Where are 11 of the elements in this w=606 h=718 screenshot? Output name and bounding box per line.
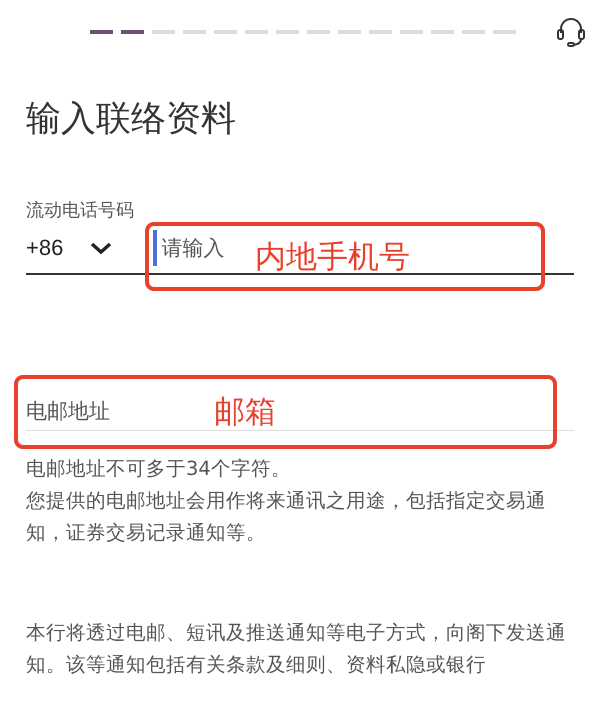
headset-icon[interactable] bbox=[556, 16, 586, 48]
annotation-text: 内地手机号 bbox=[255, 238, 410, 276]
phone-input[interactable]: 请输入 bbox=[153, 230, 242, 266]
page-title: 输入联络资料 bbox=[26, 98, 237, 141]
hint-text: 您提供的电邮地址会用作将来通讯之用途，包括指定交易通知，证券交易记录通知等。 bbox=[26, 488, 547, 546]
chevron-down-icon bbox=[89, 240, 114, 256]
hint-text: 电邮地址不可多于34个字符。 bbox=[26, 456, 292, 482]
country-code-dropdown[interactable]: +86 bbox=[26, 235, 114, 261]
annotation-text: 邮箱 bbox=[214, 393, 276, 432]
field-label: 流动电话号码 bbox=[26, 199, 135, 223]
notice-text: 本行将透过电邮、短讯及推送通知等电子方式，向阁下发送通知。该等通知包括有关条款及细则、资料私隐或银行 bbox=[26, 620, 567, 678]
